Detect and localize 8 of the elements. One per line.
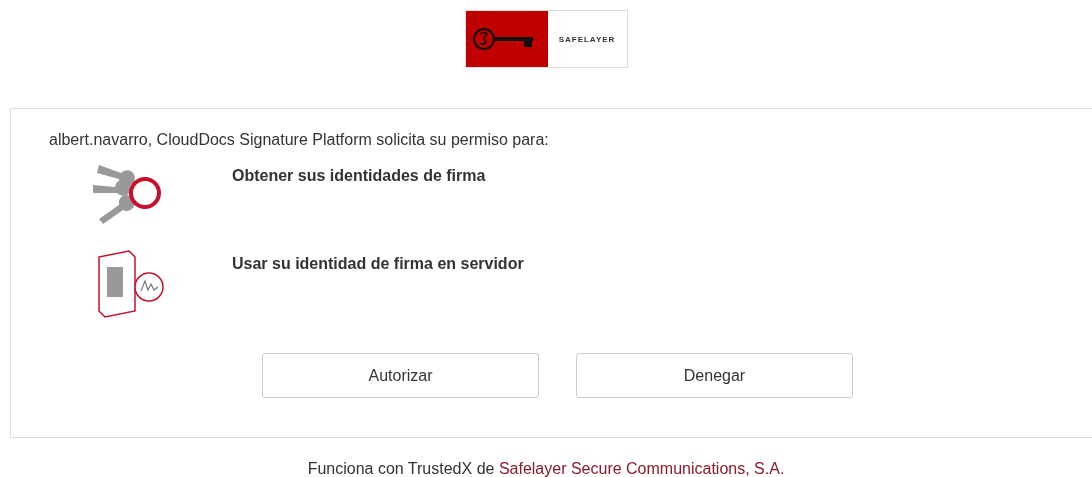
footer-text: Funciona con TrustedX de — [307, 460, 495, 477]
request-text: albert.navarro, CloudDocs Signature Platform solicita su permiso para: — [49, 131, 550, 149]
permission-label: Usar su identidad de firma en servidor — [232, 255, 524, 274]
permission-label: Obtener sus identidades de firma — [232, 167, 486, 186]
company-link[interactable]: Safelayer Secure Communications, S.A. — [498, 460, 785, 477]
deny-button[interactable]: Denegar — [576, 353, 853, 398]
company-logo: SAFELAYER — [464, 10, 628, 68]
authorize-button[interactable]: Autorizar — [262, 353, 539, 398]
